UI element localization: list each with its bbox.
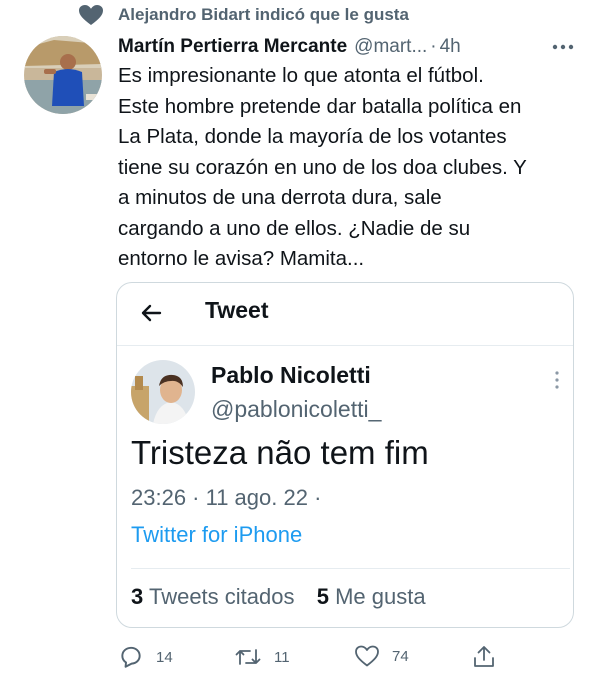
share-icon xyxy=(472,644,496,670)
divider xyxy=(131,568,570,569)
back-arrow-icon xyxy=(139,301,163,325)
tweet-header: Martín Pertierra Mercante @mart... · 4h xyxy=(118,34,588,60)
more-options-icon[interactable] xyxy=(550,40,576,54)
likes-count: 5 xyxy=(316,584,329,609)
social-context[interactable]: Alejandro Bidart indicó que le gusta xyxy=(78,2,409,28)
screenshot-title: Tweet xyxy=(205,297,269,323)
reply-count: 14 xyxy=(156,648,173,666)
retweet-count: 11 xyxy=(274,648,290,666)
tweet-text: Es impresionante lo que atonta el fútbol… xyxy=(118,64,527,270)
screenshot-timestamp: 23:26 · 11 ago. 22 · xyxy=(131,485,322,510)
retweet-icon xyxy=(234,644,262,670)
share-button[interactable] xyxy=(472,644,496,670)
retweet-button[interactable]: 11 xyxy=(234,644,290,670)
screenshot-author-handle: @pablonicoletti_ xyxy=(211,396,382,422)
screenshot-avatar xyxy=(131,360,195,424)
header-separator: · xyxy=(430,36,437,57)
screenshot-stats: 3 Tweets citados 5 Me gusta xyxy=(131,584,426,610)
author-handle[interactable]: @mart... xyxy=(354,36,427,58)
social-context-label: Alejandro Bidart indicó que le gusta xyxy=(118,5,409,24)
reply-button[interactable]: 14 xyxy=(118,644,173,670)
avatar[interactable] xyxy=(24,36,102,114)
screenshot-tweet-text: Tristeza não tem fim xyxy=(131,434,429,471)
tweet-actions: 14 11 74 xyxy=(118,644,588,672)
tweet-media-image[interactable]: Tweet Pablo Nicoletti @pablonicoletti_ T… xyxy=(116,282,574,628)
quotes-label: Tweets citados xyxy=(148,584,295,609)
author-name[interactable]: Martín Pertierra Mercante xyxy=(118,36,347,58)
likes-label: Me gusta xyxy=(335,584,426,609)
heart-icon xyxy=(78,4,104,26)
like-button[interactable]: 74 xyxy=(354,644,409,668)
screenshot-more-icon xyxy=(553,368,561,392)
like-count: 74 xyxy=(392,647,409,665)
screenshot-author-name: Pablo Nicoletti xyxy=(211,362,371,388)
screenshot-tweet: Pablo Nicoletti @pablonicoletti_ Tristez… xyxy=(117,345,573,627)
screenshot-source: Twitter for iPhone xyxy=(131,522,303,547)
like-icon xyxy=(354,644,380,668)
quotes-count: 3 xyxy=(131,584,144,609)
reply-icon xyxy=(118,644,144,670)
screenshot-header: Tweet xyxy=(117,283,573,343)
tweet-time[interactable]: 4h xyxy=(440,36,461,58)
